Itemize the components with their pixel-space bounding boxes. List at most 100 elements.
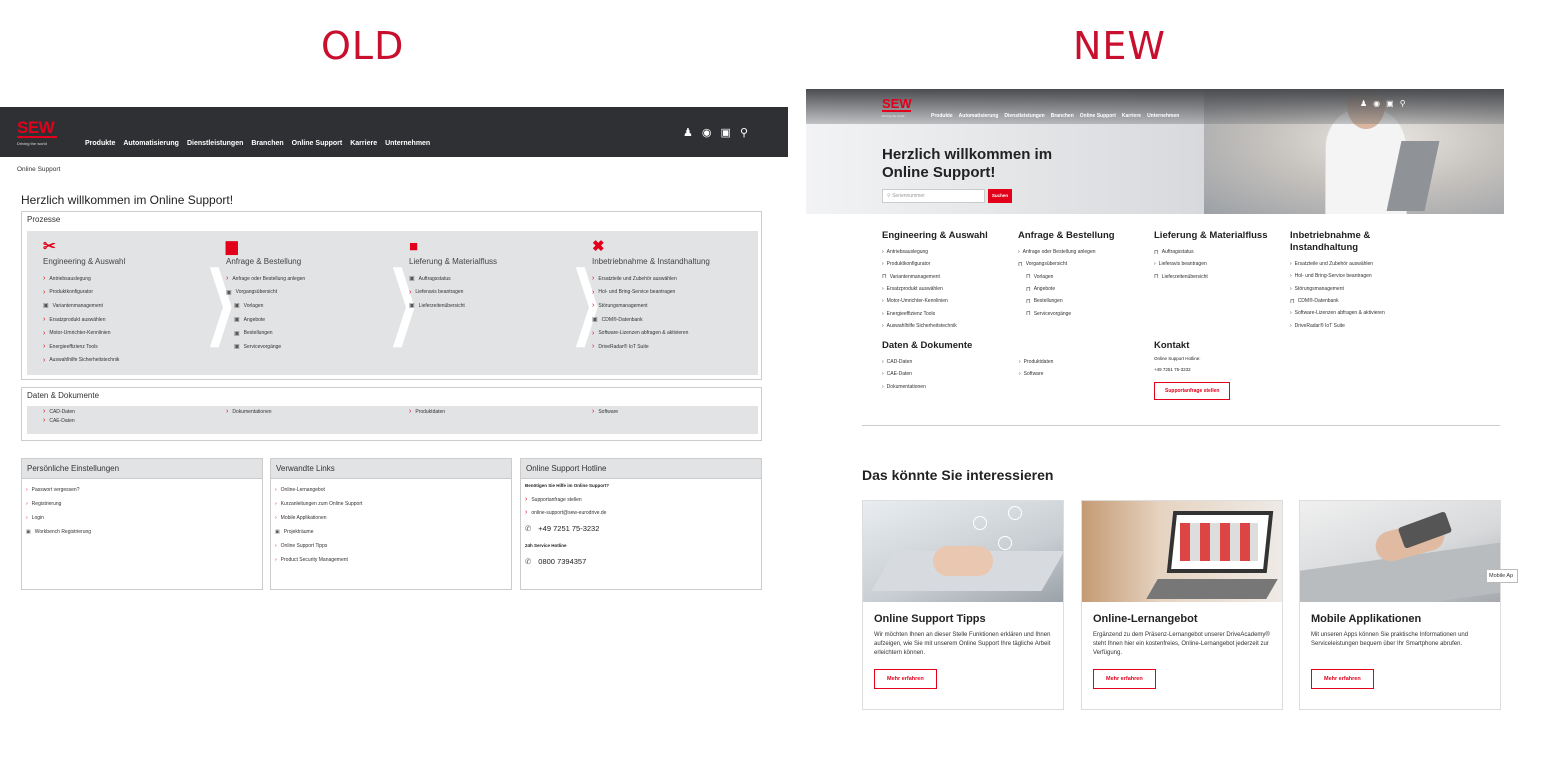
daten-link[interactable]: › Dokumentationen: [882, 381, 926, 393]
search-icon[interactable]: ⚲: [740, 126, 748, 139]
process-link[interactable]: › Ersatzteile und Zubehör auswählen: [1290, 258, 1420, 270]
link-item[interactable]: › Mobile Applikationen: [271, 511, 511, 525]
process-link[interactable]: › Auswahlhilfe Sicherheitstechnik: [43, 354, 125, 368]
process-link[interactable]: › Lieferavis beantragen: [1154, 258, 1289, 270]
process-link[interactable]: › Energieeffizienz Tools: [43, 340, 125, 354]
process-link[interactable]: › Software-Lizenzen abfragen & aktivieren: [1290, 307, 1420, 319]
cart-icon[interactable]: ▣: [721, 126, 731, 139]
nav-item[interactable]: Online Support: [292, 140, 343, 147]
process-link[interactable]: › Software-Lizenzen abfragen & aktivieren: [592, 326, 710, 340]
link-item[interactable]: › Passwort vergessen?: [22, 483, 262, 497]
sew-logo[interactable]: SEW Driving the world: [882, 97, 912, 118]
user-icon[interactable]: ♟: [1360, 99, 1367, 108]
process-link[interactable]: › Antriebsauslegung: [882, 246, 1017, 258]
daten-link[interactable]: › Produktdaten: [409, 407, 445, 416]
process-link[interactable]: ▣ Variantenmanagement: [43, 299, 125, 313]
nav-item[interactable]: Produkte: [85, 140, 115, 147]
process-link[interactable]: › Ersatzprodukt auswählen: [882, 283, 1017, 295]
process-link[interactable]: ▣ Vorlagen: [226, 299, 305, 313]
support-email-link[interactable]: › online-support@sew-eurodrive.de: [525, 506, 757, 519]
nav-item[interactable]: Online Support: [1080, 113, 1116, 119]
process-link[interactable]: ▣ Vorgangsübersicht: [226, 286, 305, 300]
nav-item[interactable]: Branchen: [251, 140, 283, 147]
link-item[interactable]: › Product Security Management: [271, 553, 511, 567]
process-link[interactable]: ▣ Bestellungen: [226, 326, 305, 340]
link-item[interactable]: › Login: [22, 511, 262, 525]
nav-item[interactable]: Unternehmen: [385, 140, 430, 147]
nav-item[interactable]: Unternehmen: [1147, 113, 1179, 119]
nav-item[interactable]: Dienstleistungen: [187, 140, 243, 147]
nav-item[interactable]: Automatisierung: [123, 140, 179, 147]
process-link[interactable]: ⊓ CDM®-Datenbank: [1290, 295, 1420, 307]
process-link[interactable]: › Störungsmanagement: [592, 299, 710, 313]
serial-search-input[interactable]: ⚲ Seriennummer: [882, 189, 985, 203]
process-link[interactable]: › Anfrage oder Bestellung anlegen: [1018, 246, 1153, 258]
process-link[interactable]: › Antriebsauslegung: [43, 272, 125, 286]
daten-link[interactable]: › CAE-Daten: [43, 416, 75, 425]
link-item[interactable]: › Registrierung: [22, 497, 262, 511]
daten-link[interactable]: › CAE-Daten: [882, 368, 926, 380]
daten-link[interactable]: › Produktdaten: [1019, 356, 1053, 368]
process-link[interactable]: › Motor-Umrichter-Kennlinien: [43, 326, 125, 340]
daten-link[interactable]: › Software: [592, 407, 618, 416]
nav-item[interactable]: Karriere: [1122, 113, 1141, 119]
link-item[interactable]: ▣ Projekträume: [271, 525, 511, 539]
process-link[interactable]: ⊓ Angebote: [1018, 283, 1153, 295]
process-link[interactable]: › Motor-Umrichter-Kennlinien: [882, 295, 1017, 307]
hotline-phone[interactable]: ✆ +49 7251 75-3232: [525, 519, 757, 537]
search-icon[interactable]: ⚲: [1400, 99, 1406, 108]
process-link[interactable]: › Energieeffizienz Tools: [882, 307, 1017, 319]
process-link[interactable]: ⊓ Servicevorgänge: [1018, 307, 1153, 319]
process-link[interactable]: › Hol- und Bring-Service beantragen: [592, 286, 710, 300]
process-link[interactable]: › DriveRadar® IoT Suite: [592, 340, 710, 354]
process-link[interactable]: ▣ CDM®-Datenbank: [592, 313, 710, 327]
globe-icon[interactable]: ◉: [702, 126, 712, 139]
process-link[interactable]: › Störungsmanagement: [1290, 283, 1420, 295]
link-item[interactable]: › Online-Lernangebot: [271, 483, 511, 497]
process-link[interactable]: › Auswahlhilfe Sicherheitstechnik: [882, 320, 1017, 332]
daten-link[interactable]: › Software: [1019, 368, 1053, 380]
search-button[interactable]: Suchen: [988, 189, 1012, 203]
process-link[interactable]: ▣ Servicevorgänge: [226, 340, 305, 354]
user-icon[interactable]: ♟: [683, 126, 693, 139]
nav-item[interactable]: Automatisierung: [959, 113, 999, 119]
sew-logo[interactable]: SEW Driving the world: [17, 119, 57, 146]
process-link[interactable]: ▣ Angebote: [226, 313, 305, 327]
process-link[interactable]: ⊓ Vorgangsübersicht: [1018, 258, 1153, 270]
nav-item[interactable]: Branchen: [1051, 113, 1074, 119]
process-link[interactable]: › Lieferavis beantragen: [409, 286, 497, 300]
process-link[interactable]: › DriveRadar® IoT Suite: [1290, 319, 1420, 331]
link-item[interactable]: › Kurzanleitungen zum Online Support: [271, 497, 511, 511]
cart-icon[interactable]: ▣: [1386, 99, 1394, 108]
daten-link[interactable]: › Dokumentationen: [226, 407, 272, 416]
nav-item[interactable]: Karriere: [350, 140, 377, 147]
process-link[interactable]: › Produktkonfigurator: [43, 286, 125, 300]
support-request-button[interactable]: Supportanfrage stellen: [1154, 382, 1231, 400]
daten-link[interactable]: › CAD-Daten: [43, 407, 75, 416]
process-link[interactable]: ▣ Auftragsstatus: [409, 272, 497, 286]
process-link[interactable]: › Ersatzteile und Zubehör auswählen: [592, 272, 710, 286]
globe-icon[interactable]: ◉: [1373, 99, 1380, 108]
kontakt-phone[interactable]: +49 7251 75-3232: [1154, 367, 1304, 378]
process-link[interactable]: ⊓ Auftragsstatus: [1154, 246, 1289, 258]
process-link[interactable]: ▣ Lieferzeitenübersicht: [409, 299, 497, 313]
process-link[interactable]: › Anfrage oder Bestellung anlegen: [226, 272, 305, 286]
nav-item[interactable]: Dienstleistungen: [1004, 113, 1044, 119]
process-link[interactable]: ⊓ Bestellungen: [1018, 295, 1153, 307]
process-link[interactable]: › Ersatzprodukt auswählen: [43, 313, 125, 327]
more-button[interactable]: Mehr erfahren: [1311, 669, 1374, 689]
process-link[interactable]: › Hol- und Bring-Service beantragen: [1290, 270, 1420, 282]
daten-link[interactable]: › CAD-Daten: [882, 356, 926, 368]
service-phone[interactable]: ✆ 0800 7394357: [525, 553, 757, 569]
process-link[interactable]: › Produktkonfigurator: [882, 258, 1017, 270]
link-item[interactable]: › Online Support Tipps: [271, 539, 511, 553]
support-request-link[interactable]: › Supportanfrage stellen: [525, 493, 757, 506]
process-link[interactable]: ⊓ Vorlagen: [1018, 271, 1153, 283]
nav-item[interactable]: Produkte: [931, 113, 953, 119]
process-link[interactable]: ⊓ Lieferzeitenübersicht: [1154, 271, 1289, 283]
breadcrumb[interactable]: Online Support: [17, 166, 788, 173]
link-item[interactable]: ▣ Workbench Registrierung: [22, 525, 262, 539]
more-button[interactable]: Mehr erfahren: [874, 669, 937, 689]
process-link[interactable]: ⊓ Variantenmanagement: [882, 271, 1017, 283]
more-button[interactable]: Mehr erfahren: [1093, 669, 1156, 689]
